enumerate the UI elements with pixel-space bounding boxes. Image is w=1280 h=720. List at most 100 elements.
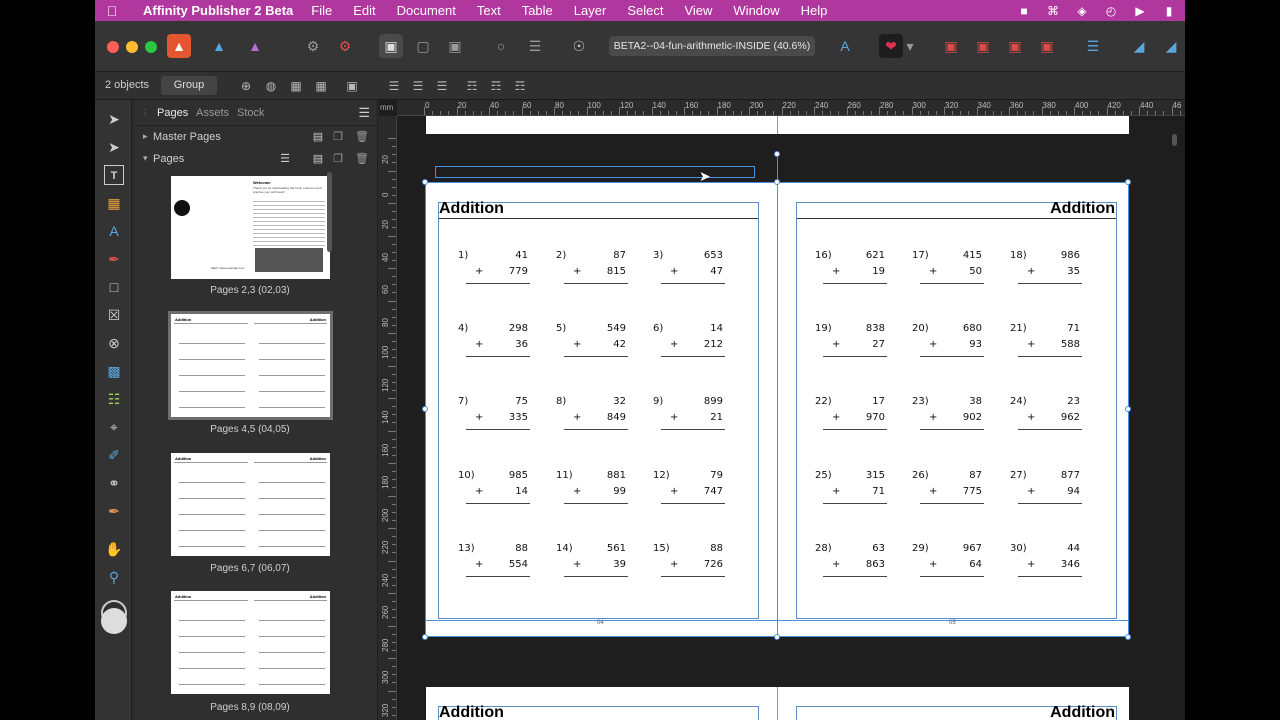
menu-window[interactable]: Window	[733, 3, 779, 18]
next-page-left[interactable]: Addition	[426, 687, 777, 720]
place-image-tool-icon[interactable]: ▩	[104, 361, 124, 381]
move-tool-icon[interactable]: ➤	[104, 109, 124, 129]
view-mode-icon[interactable]: ▣	[379, 34, 403, 58]
pin-icon[interactable]: ○	[489, 34, 513, 58]
duplicate-master-icon[interactable]: ❐	[332, 131, 344, 144]
arrange-back-icon[interactable]: ▣	[1035, 34, 1059, 58]
align-top-icon[interactable]: ☶	[464, 78, 480, 94]
tab-stock[interactable]: Stock	[237, 107, 265, 119]
menu-document[interactable]: Document	[397, 3, 456, 18]
page-options-icon[interactable]: ☰	[279, 153, 291, 166]
preview-mode-icon[interactable]: ▢	[411, 34, 435, 58]
menu-view[interactable]: View	[684, 3, 712, 18]
panel-menu-icon[interactable]: ☰	[358, 105, 370, 121]
vector-crop-tool-icon[interactable]: ☷	[104, 389, 124, 409]
zoom-window-button[interactable]	[145, 41, 157, 53]
chevron-right-icon[interactable]: ▸	[143, 131, 148, 142]
delete-page-icon[interactable]: 🗑	[355, 153, 369, 166]
resize-handle-left[interactable]	[422, 406, 428, 412]
layers-icon[interactable]: ◈	[1074, 4, 1090, 18]
resize-handle-bottom-right[interactable]	[1125, 634, 1131, 640]
menu-file[interactable]: File	[311, 3, 332, 18]
insert-page-icon[interactable]: ▤	[312, 153, 324, 166]
canvas-area[interactable]: 0 20 40 60 80 100 120 140 160 180 200 220 240 260 280 3…	[379, 100, 1185, 720]
tab-assets[interactable]: Assets	[196, 107, 229, 119]
clock-icon[interactable]: ◴	[1103, 4, 1119, 18]
align-middle-icon[interactable]: ☶	[488, 78, 504, 94]
node-tool-icon[interactable]: ➤	[104, 137, 124, 157]
pages-section[interactable]: ▾ Pages ☰ ▤ ❐ 🗑	[135, 149, 378, 171]
flip-vertical-icon[interactable]: ◢	[1159, 34, 1183, 58]
menu-layer[interactable]: Layer	[574, 3, 607, 18]
resize-handle-top[interactable]	[774, 179, 780, 185]
picture-frame-tool-icon[interactable]: ☒	[104, 305, 124, 325]
panel-scrollbar[interactable]	[327, 172, 332, 252]
arrange-forward-icon[interactable]: ▣	[971, 34, 995, 58]
resize-handle-bottom-left[interactable]	[422, 634, 428, 640]
horizontal-ruler[interactable]: 0 20 40 60 80 100 120 140 160 180 200 220 240 260 280 3…	[397, 100, 1185, 116]
page-thumbnail[interactable]: Welcome Thank you for downloading this b…	[171, 176, 330, 279]
page-title[interactable]: Addition	[1050, 704, 1115, 720]
arrange-front-icon[interactable]: ▣	[939, 34, 963, 58]
ellipse-frame-tool-icon[interactable]: ⊗	[104, 333, 124, 353]
rotation-spine[interactable]	[777, 154, 778, 637]
align-right-icon[interactable]: ☰	[434, 78, 450, 94]
rotation-handle[interactable]	[774, 151, 780, 157]
menu-edit[interactable]: Edit	[353, 3, 375, 18]
resize-handle-top-left[interactable]	[422, 179, 428, 185]
publisher-persona-icon[interactable]: ▲	[167, 34, 191, 58]
pen-tool-icon[interactable]: ✒	[104, 249, 124, 269]
photo-persona-icon[interactable]: ▲	[243, 34, 267, 58]
grip-icon[interactable]: ⋮	[141, 108, 149, 117]
transparency-tool-icon[interactable]: ⚭	[104, 473, 124, 493]
crop-tool-icon[interactable]: ⌖	[104, 417, 124, 437]
minimize-window-button[interactable]	[126, 41, 138, 53]
bleed-icon[interactable]: ▣	[443, 34, 467, 58]
distribute-icon[interactable]: ▦	[313, 78, 329, 94]
play-icon[interactable]: ▶	[1132, 4, 1148, 18]
next-page-right[interactable]: Addition	[778, 687, 1129, 720]
tab-pages[interactable]: Pages	[157, 107, 188, 119]
menu-select[interactable]: Select	[627, 3, 663, 18]
snapping-icon[interactable]: ☉	[567, 34, 591, 58]
arrange-backward-icon[interactable]: ▣	[1003, 34, 1027, 58]
record-icon[interactable]: ■	[1016, 4, 1032, 18]
battery-icon[interactable]: ▮	[1161, 4, 1177, 18]
align-left-icon[interactable]: ☰	[386, 78, 402, 94]
hand-tool-icon[interactable]: ✋	[104, 539, 124, 559]
transform-origin-icon[interactable]: ⊕	[238, 78, 254, 94]
insert-master-icon[interactable]: ▤	[312, 131, 324, 144]
document-title[interactable]: BETA2--04-fun-arithmetic-INSIDE (40.6%)	[609, 36, 815, 56]
align-center-icon[interactable]: ☰	[410, 78, 426, 94]
magnet-icon[interactable]: ❤	[879, 34, 903, 58]
apple-icon[interactable]: 	[95, 3, 129, 19]
page-thumbnail[interactable]: Addition Addition	[171, 591, 330, 694]
delete-master-icon[interactable]: 🗑	[355, 131, 369, 144]
app-name[interactable]: Affinity Publisher 2 Beta	[143, 3, 293, 18]
previous-page-right[interactable]	[778, 116, 1129, 134]
flip-horizontal-icon[interactable]: ◢	[1127, 34, 1151, 58]
group-button[interactable]: Group	[161, 76, 217, 95]
align-bottom-icon[interactable]: ☶	[512, 78, 528, 94]
previous-page-left[interactable]	[426, 116, 777, 134]
chevron-down-icon[interactable]: ▾	[143, 153, 148, 164]
menu-help[interactable]: Help	[801, 3, 828, 18]
chevron-down-icon[interactable]: ▾	[903, 34, 917, 58]
designer-persona-icon[interactable]: ▲	[207, 34, 231, 58]
menu-text[interactable]: Text	[477, 3, 501, 18]
transform-objects-icon[interactable]: ▦	[288, 78, 304, 94]
show-handles-icon[interactable]: ◍	[263, 78, 279, 94]
align-icon[interactable]: ☰	[1081, 34, 1105, 58]
zoom-tool-icon[interactable]: ⚲	[104, 567, 124, 587]
vertical-ruler[interactable]: 20 0 20 40 60 80 100 120 140 160 180 200 220 240 260 28…	[379, 116, 397, 720]
resize-handle-bottom[interactable]	[774, 634, 780, 640]
resize-handle-right[interactable]	[1125, 406, 1131, 412]
duplicate-page-icon[interactable]: ❐	[332, 153, 344, 166]
master-pages-section[interactable]: ▸ Master Pages ▤ ❐ 🗑	[135, 127, 378, 149]
rectangle-tool-icon[interactable]: □	[104, 277, 124, 297]
resize-handle-top-right[interactable]	[1125, 179, 1131, 185]
color-picker-tool-icon[interactable]: ✒	[104, 501, 124, 521]
page-thumbnail[interactable]: Addition Addition	[168, 311, 333, 420]
fill-color-icon[interactable]	[101, 608, 127, 634]
table-tool-icon[interactable]: ▦	[104, 193, 124, 213]
